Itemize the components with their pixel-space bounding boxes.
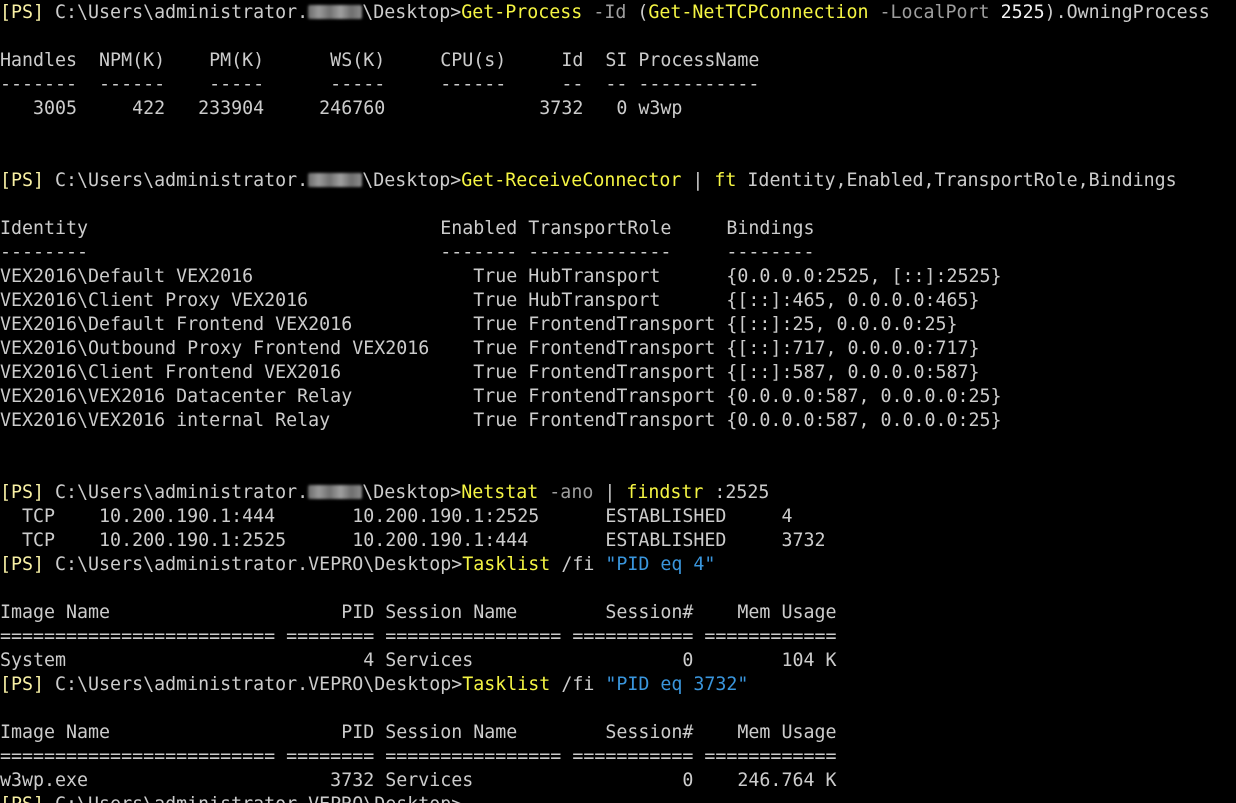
console-text: \Desktop> [362, 170, 462, 191]
console-line: TCP 10.200.190.1:2525 10.200.190.1:444 E… [0, 529, 1236, 553]
console-text: /fi [550, 674, 606, 695]
prompt-tag: [PS] [0, 482, 56, 503]
console-text: \Desktop> [362, 482, 462, 503]
console-text: \Desktop> [362, 2, 462, 23]
prompt-tag: [PS] [0, 554, 56, 575]
prompt-tag: [PS] [0, 170, 56, 191]
console-line: ------- ------ ----- ----- ------ -- -- … [0, 73, 1236, 97]
console-text: VEX2016\VEX2016 Datacenter Relay True Fr… [0, 386, 1002, 407]
console-line: [PS] C:\Users\administrator.VEPRO\Deskto… [0, 673, 1236, 697]
console-line: Image Name PID Session Name Session# Mem… [0, 721, 1236, 745]
console-line: ========================= ======== =====… [0, 745, 1236, 769]
console-text: ( [637, 2, 649, 23]
console-line: ========================= ======== =====… [0, 625, 1236, 649]
console-line: VEX2016\VEX2016 internal Relay True Fron… [0, 409, 1236, 433]
console-text: | [593, 482, 627, 503]
console-text: VEX2016\Client Frontend VEX2016 True Fro… [0, 362, 980, 383]
console-text: VEX2016\Outbound Proxy Frontend VEX2016 … [0, 338, 980, 359]
prompt-tag: [PS] [0, 674, 56, 695]
console-text: 3005 422 233904 246760 3732 0 w3wp [0, 98, 683, 119]
console-text: Handles NPM(K) PM(K) WS(K) CPU(s) Id SI … [0, 50, 760, 71]
console-text: w3wp.exe 3732 Services 0 246.764 K [0, 770, 837, 791]
console-text: "PID eq 3732" [605, 674, 749, 695]
console-text: C:\Users\administrator. [55, 482, 309, 503]
console-text: -ano [538, 482, 594, 503]
redacted-text [308, 172, 363, 187]
console-text: findstr [626, 482, 704, 503]
console-text: System 4 Services 0 104 K [0, 650, 837, 671]
console-line: [PS] C:\Users\administrator. \Desktop>Get… [0, 169, 1236, 193]
console-text: ).OwningProcess [1044, 2, 1210, 23]
console-text: VEX2016\Default Frontend VEX2016 True Fr… [0, 314, 958, 335]
console-text: :2525 [703, 482, 770, 503]
console-line: System 4 Services 0 104 K [0, 649, 1236, 673]
console-text: C:\Users\administrator. [55, 170, 309, 191]
console-text: Tasklist [462, 554, 551, 575]
console-text: C:\Users\administrator.VEPRO\Desktop> [55, 674, 463, 695]
console-text: Get-ReceiveConnector [461, 170, 682, 191]
console-text: VEX2016\VEX2016 internal Relay True Fron… [0, 410, 1002, 431]
console-text: Tasklist [462, 674, 551, 695]
console-text: ========================= ======== =====… [0, 746, 837, 767]
console-text: Netstat [461, 482, 539, 503]
console-line: TCP 10.200.190.1:444 10.200.190.1:2525 E… [0, 505, 1236, 529]
console-line: VEX2016\Client Frontend VEX2016 True Fro… [0, 361, 1236, 385]
console-text: "PID eq 4" [605, 554, 716, 575]
redacted-text [308, 484, 363, 499]
redacted-text [308, 4, 363, 19]
console-text: C:\Users\administrator. [55, 2, 309, 23]
console-line: -------- ------- ------------- -------- [0, 241, 1236, 265]
prompt-tag: [PS] [0, 794, 55, 803]
console-text: -Id [582, 2, 638, 23]
console-line: Handles NPM(K) PM(K) WS(K) CPU(s) Id SI … [0, 49, 1236, 73]
console-text: VEX2016\Client Proxy VEX2016 True HubTra… [0, 290, 980, 311]
console-text: C:\Users\administrator.VEPRO\Desktop> [55, 554, 463, 575]
console-text: ------- ------ ----- ----- ------ -- -- … [0, 74, 760, 95]
console-text: TCP 10.200.190.1:2525 10.200.190.1:444 E… [0, 530, 826, 551]
console-text: Identity Enabled TransportRole Bindings [0, 218, 815, 239]
console-text: ========================= ======== =====… [0, 626, 837, 647]
console-text: -LocalPort [868, 2, 1001, 23]
console-text: -------- ------- ------------- -------- [0, 242, 815, 263]
console-text: Identity,Enabled,TransportRole,Bindings [736, 170, 1177, 191]
console-text: /fi [550, 554, 606, 575]
console-line: Identity Enabled TransportRole Bindings [0, 217, 1236, 241]
console-text: Get-Process [461, 2, 583, 23]
console-line: [PS] C:\Users\administrator.VEPRO\Deskto… [0, 553, 1236, 577]
console-line: [PS] C:\Users\administrator.VEPRO\Deskto… [0, 793, 1236, 803]
console-line: VEX2016\VEX2016 Datacenter Relay True Fr… [0, 385, 1236, 409]
console-text: Get-NetTCPConnection [648, 2, 869, 23]
console-text: 2525 [1000, 2, 1045, 23]
console-text: | [681, 170, 715, 191]
powershell-console[interactable]: [PS] C:\Users\administrator. \Desktop>Get… [0, 1, 1236, 803]
console-text: TCP 10.200.190.1:444 10.200.190.1:2525 E… [0, 506, 793, 527]
console-text: Image Name PID Session Name Session# Mem… [0, 722, 837, 743]
console-line: VEX2016\Default VEX2016 True HubTranspor… [0, 265, 1236, 289]
console-text: C:\Users\administrator.VEPRO\Desktop> [55, 794, 462, 803]
console-text: VEX2016\Default VEX2016 True HubTranspor… [0, 266, 1002, 287]
console-line: [PS] C:\Users\administrator. \Desktop>Net… [0, 481, 1236, 505]
console-line: w3wp.exe 3732 Services 0 246.764 K [0, 769, 1236, 793]
console-line: Image Name PID Session Name Session# Mem… [0, 601, 1236, 625]
console-line: VEX2016\Client Proxy VEX2016 True HubTra… [0, 289, 1236, 313]
console-text: Image Name PID Session Name Session# Mem… [0, 602, 837, 623]
console-line: [PS] C:\Users\administrator. \Desktop>Get… [0, 1, 1236, 25]
console-line: VEX2016\Outbound Proxy Frontend VEX2016 … [0, 337, 1236, 361]
console-line: VEX2016\Default Frontend VEX2016 True Fr… [0, 313, 1236, 337]
console-text: ft [714, 170, 737, 191]
prompt-tag: [PS] [0, 2, 56, 23]
console-line: 3005 422 233904 246760 3732 0 w3wp [0, 97, 1236, 121]
